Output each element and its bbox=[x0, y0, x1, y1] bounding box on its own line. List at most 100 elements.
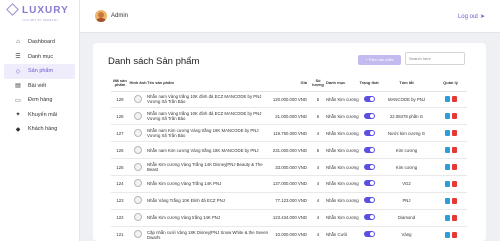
promotion-icon: ✦ bbox=[15, 112, 21, 119]
status-toggle[interactable] bbox=[363, 163, 375, 170]
trash-icon[interactable] bbox=[451, 113, 457, 120]
edit-icon[interactable] bbox=[444, 214, 450, 221]
product-summary: Kim cương bbox=[379, 141, 434, 160]
edit-icon[interactable] bbox=[444, 231, 450, 238]
logout-button[interactable]: Log out ➤ bbox=[458, 13, 485, 20]
brand-logo[interactable]: LUXURY YOU ART BY JEWELRY bbox=[0, 0, 79, 30]
product-summary: 22.08478 phần G bbox=[379, 107, 434, 126]
sidebar-item-3[interactable]: ▤ Bài viết bbox=[0, 79, 79, 94]
product-id: 121 bbox=[111, 226, 129, 241]
user-name: Admin bbox=[111, 13, 129, 19]
sidebar-item-label: Khách hàng bbox=[28, 126, 58, 133]
logo-subtitle: YOU ART BY JEWELRY bbox=[22, 18, 59, 22]
col-header-quantity[interactable]: Số lượng bbox=[310, 76, 326, 92]
product-name: Cặp nhẫn cưới Vàng 18K Disney|PNJ Snow W… bbox=[147, 226, 270, 241]
product-price: 119.750.000 VND bbox=[270, 124, 310, 143]
status-toggle[interactable] bbox=[363, 197, 375, 204]
sidebar-item-6[interactable]: ◆ Khách hàng bbox=[0, 122, 79, 137]
product-quantity: 5 bbox=[310, 91, 326, 109]
list-icon: ☰ bbox=[15, 54, 21, 61]
product-id: 124 bbox=[111, 175, 129, 193]
col-header-id[interactable]: Mã sản phẩm bbox=[111, 76, 129, 92]
col-header-price[interactable]: Giá bbox=[270, 76, 310, 92]
edit-icon[interactable] bbox=[444, 164, 450, 170]
col-header-status[interactable]: Trạng thái bbox=[359, 76, 379, 92]
col-header-image[interactable]: Hình ảnh bbox=[129, 76, 147, 92]
table-row: 123 Nhẫn Vàng Trắng 10K Đính đá ECZ PNJ 77… bbox=[111, 192, 467, 210]
product-price: 33.000.000 VND bbox=[270, 158, 310, 176]
trash-icon[interactable] bbox=[451, 96, 457, 103]
product-category: Nhẫn Kim cương bbox=[326, 209, 359, 227]
top-bar: Admin Log out ➤ bbox=[80, 0, 500, 33]
sidebar-nav: ⌂ Dashboard ☰ Danh mục ◇ Sản phẩm ▤ Bài viết ▭ Đơ… bbox=[0, 35, 79, 137]
col-header-summary[interactable]: Tóm tắt bbox=[379, 76, 434, 92]
product-price: 120.000.000 VND bbox=[270, 91, 310, 109]
status-toggle[interactable] bbox=[363, 146, 375, 153]
product-status bbox=[359, 141, 379, 160]
add-product-button[interactable]: + Thêm sản phẩm bbox=[358, 55, 401, 65]
trash-icon[interactable] bbox=[451, 231, 457, 238]
product-summary: VG2 bbox=[379, 175, 434, 193]
product-id: 128 bbox=[111, 107, 129, 126]
ring-thumbnail-icon bbox=[134, 145, 142, 154]
edit-icon[interactable] bbox=[444, 197, 450, 204]
col-header-actions[interactable]: Quản lý bbox=[434, 76, 467, 92]
product-list-card: Danh sách Sản phẩm + Thêm sản phẩm Mã sả… bbox=[93, 43, 486, 241]
product-summary: Kim cương bbox=[379, 158, 434, 176]
edit-icon[interactable] bbox=[444, 96, 450, 103]
col-header-category[interactable]: Danh mục bbox=[326, 76, 359, 92]
status-toggle[interactable] bbox=[363, 214, 375, 221]
product-id: 127 bbox=[111, 124, 129, 143]
product-quantity: 4 bbox=[310, 209, 326, 227]
ring-thumbnail-icon bbox=[134, 128, 142, 137]
edit-icon[interactable] bbox=[444, 130, 450, 137]
status-toggle[interactable] bbox=[363, 129, 375, 136]
trash-icon[interactable] bbox=[451, 180, 457, 187]
table-row: 126 Nhẫn nam Kim cương Vàng trắng 18K MAN… bbox=[111, 141, 467, 160]
edit-icon[interactable] bbox=[444, 147, 450, 154]
table-header-row: Mã sản phẩm Hình ảnh Tên sản phẩm Giá Số… bbox=[111, 76, 467, 92]
status-toggle[interactable] bbox=[363, 112, 375, 119]
product-name: Nhẫn Kim cương Vàng Trắng 14K PNJ bbox=[147, 175, 270, 193]
ring-thumbnail-icon bbox=[134, 213, 142, 222]
sidebar-item-0[interactable]: ⌂ Dashboard bbox=[0, 35, 79, 50]
avatar[interactable] bbox=[95, 10, 107, 22]
product-category: Nhẫn Kim cương bbox=[326, 124, 359, 143]
product-summary: MANCODE by PNJ bbox=[379, 91, 434, 109]
trash-icon[interactable] bbox=[451, 130, 457, 137]
sidebar: LUXURY YOU ART BY JEWELRY ⌂ Dashboard ☰ Dan… bbox=[0, 0, 80, 241]
product-status bbox=[359, 158, 379, 176]
sidebar-item-2[interactable]: ◇ Sản phẩm bbox=[4, 64, 75, 79]
status-toggle[interactable] bbox=[363, 231, 375, 238]
product-status bbox=[359, 175, 379, 193]
product-summary: PNJ bbox=[379, 192, 434, 210]
sidebar-item-4[interactable]: ▭ Đơn hàng bbox=[0, 93, 79, 108]
product-status bbox=[359, 209, 379, 227]
sidebar-item-1[interactable]: ☰ Danh mục bbox=[0, 50, 79, 65]
trash-icon[interactable] bbox=[451, 164, 457, 170]
product-id: 122 bbox=[111, 209, 129, 227]
edit-icon[interactable] bbox=[444, 180, 450, 187]
table-row: 121 Cặp nhẫn cưới Vàng 18K Disney|PNJ Sno… bbox=[111, 226, 467, 241]
trash-icon[interactable] bbox=[451, 197, 457, 204]
cart-icon: ▭ bbox=[15, 97, 21, 104]
product-category: Nhẫn Kim cương bbox=[326, 91, 359, 109]
col-header-name[interactable]: Tên sản phẩm bbox=[147, 76, 270, 92]
product-summary: Diamond bbox=[379, 209, 434, 227]
search-input[interactable] bbox=[405, 52, 465, 65]
product-name: Nhẫn Vàng Trắng 10K Đính đá ECZ PNJ bbox=[147, 192, 270, 210]
ring-thumbnail-icon bbox=[134, 94, 142, 103]
product-quantity: 4 bbox=[310, 124, 326, 143]
product-summary: Nước kim cương G bbox=[379, 124, 434, 143]
trash-icon[interactable] bbox=[451, 214, 457, 221]
table-row: 122 Nhẫn Kim cương Vàng trắng 14K PNJ 123.… bbox=[111, 209, 467, 227]
product-image bbox=[129, 192, 147, 210]
status-toggle[interactable] bbox=[363, 95, 375, 102]
trash-icon[interactable] bbox=[451, 147, 457, 154]
product-name: Nhẫn nam Vàng trắng 10K đính đá ECZ MANC… bbox=[147, 107, 270, 126]
product-category: Nhẫn Cưới bbox=[326, 226, 359, 241]
sidebar-item-5[interactable]: ✦ Khuyến mãi bbox=[0, 108, 79, 123]
status-toggle[interactable] bbox=[363, 180, 375, 187]
product-category: Nhẫn Kim cương bbox=[326, 192, 359, 210]
edit-icon[interactable] bbox=[444, 113, 450, 120]
